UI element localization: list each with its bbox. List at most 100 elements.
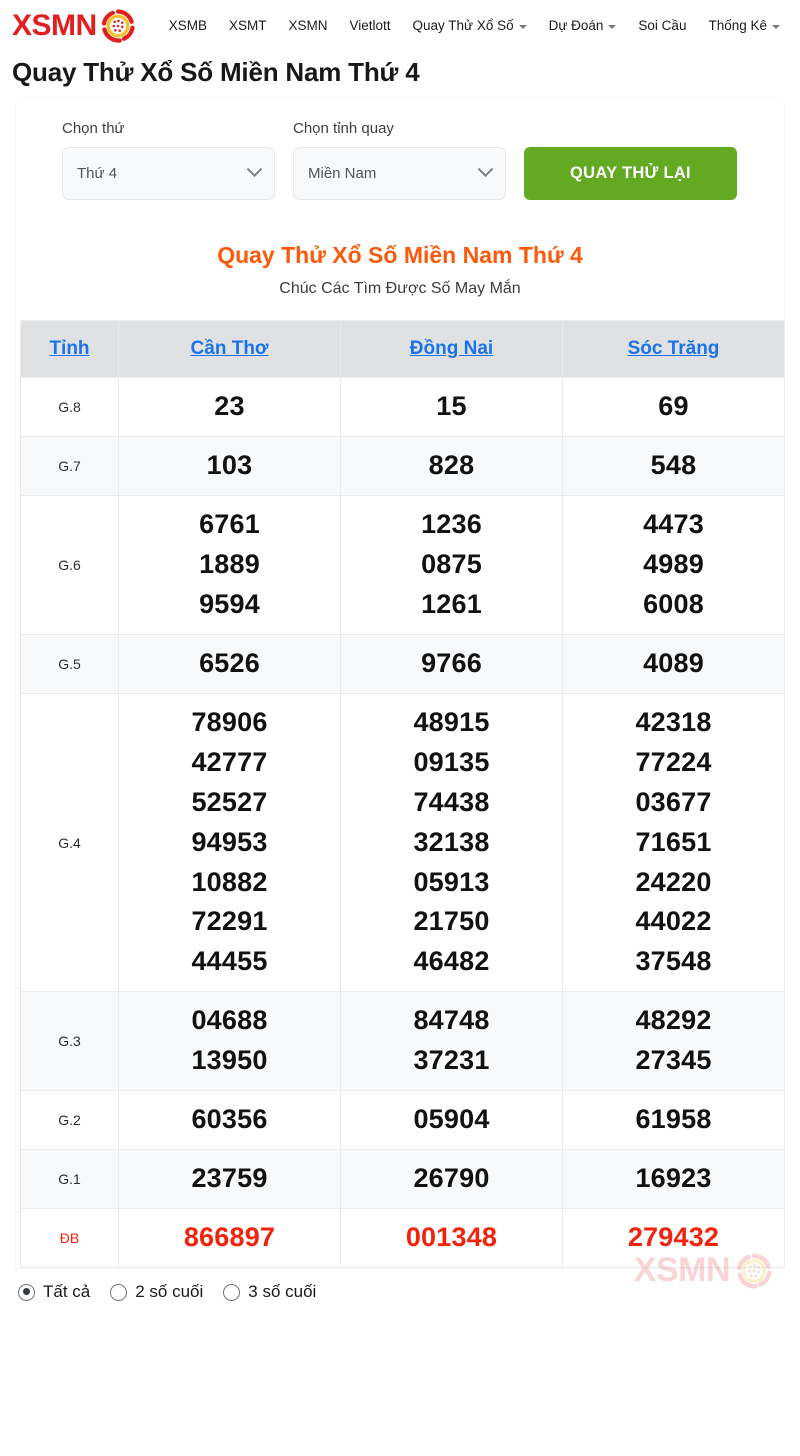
nav-item-thong-ke[interactable]: Thống Kê — [708, 18, 780, 33]
prize-number: 48915 — [413, 706, 490, 737]
prize-number-cell: 60356 — [118, 1090, 341, 1151]
prize-number: 6526 — [199, 647, 260, 678]
site-logo[interactable]: XSMN — [12, 9, 135, 43]
prize-number-cell: 48915 09135 74438 32138 05913 21750 46482 — [340, 692, 563, 993]
day-select-value: Thứ 4 — [77, 165, 118, 182]
table-row: ĐB 866897 001348 279432 — [20, 1208, 785, 1269]
prize-number-cell: 548 — [562, 435, 785, 496]
table-row: G.2 60356 05904 61958 — [20, 1090, 785, 1151]
prize-number: 9766 — [421, 647, 482, 678]
prize-number: 94953 — [191, 826, 268, 857]
prize-label-cell: G.4 — [20, 692, 119, 993]
prize-number: 69 — [658, 391, 689, 421]
table-row: G.3 04688 13950 84748 37231 48292 27345 — [20, 991, 785, 1092]
filter-option-2[interactable]: 3 số cuối — [223, 1282, 316, 1302]
prize-number-cell: 61958 — [562, 1090, 785, 1151]
prize-number: 548 — [650, 449, 697, 480]
prize-number-cell: 866897 — [118, 1208, 341, 1269]
prize-number: 32138 — [413, 826, 490, 857]
table-row: G.8 23 15 69 — [20, 377, 785, 437]
prize-number: 09135 — [413, 746, 490, 777]
header-link[interactable]: Cần Thơ — [191, 338, 269, 359]
prize-number: 52527 — [191, 786, 268, 817]
prize-number: 48292 — [635, 1005, 712, 1036]
prize-number-cell: 69 — [562, 377, 785, 437]
result-subtitle: Chúc Các Tìm Được Số May Mắn — [279, 280, 521, 297]
lottery-results-table: Tỉnh Cần Thơ Đồng Nai Sóc Trăng G.8 23 15 6… — [20, 320, 785, 1269]
result-heading: Quay Thử Xổ Số Miền Nam Thứ 4 — [217, 242, 583, 268]
nav-item-xsmb[interactable]: XSMB — [169, 18, 207, 33]
prize-label-cell: G.8 — [20, 377, 119, 437]
nav-item-vietlott[interactable]: Vietlott — [349, 18, 390, 33]
header-link[interactable]: Sóc Trăng — [628, 338, 720, 359]
province-select[interactable]: Miền Nam — [293, 147, 506, 200]
province-select-label: Chọn tỉnh quay — [293, 120, 394, 137]
prize-label-cell: G.7 — [20, 435, 119, 496]
prize-label-cell: G.3 — [20, 991, 119, 1092]
prize-number: 05913 — [413, 866, 490, 897]
header-link[interactable]: Tỉnh — [49, 338, 89, 359]
prize-label-cell: G.6 — [20, 494, 119, 635]
filter-option-label: Tất cả — [43, 1282, 91, 1302]
nav-label: Vietlott — [349, 18, 391, 33]
prize-number-cell: 9766 — [340, 633, 563, 694]
prize-number: 0875 — [421, 548, 482, 579]
filter-option-0[interactable]: Tất cả — [18, 1282, 90, 1302]
logo-text: XSMN — [12, 8, 97, 42]
prize-number: 23 — [214, 391, 245, 421]
prize-number: 828 — [428, 449, 475, 480]
radio-checked-icon[interactable] — [18, 1283, 35, 1301]
prize-number: 24220 — [635, 866, 712, 897]
prize-number-cell: 04688 13950 — [118, 991, 341, 1092]
prize-number: 001348 — [405, 1222, 498, 1253]
day-select[interactable]: Thứ 4 — [62, 147, 275, 200]
table-row: G.7 103 828 548 — [20, 435, 785, 496]
table-header-row: Tỉnh Cần Thơ Đồng Nai Sóc Trăng — [20, 320, 785, 378]
prize-number: 04688 — [191, 1005, 268, 1036]
prize-number: 42777 — [191, 746, 268, 777]
prize-number: 103 — [206, 449, 253, 480]
prize-number-cell: 6761 1889 9594 — [118, 494, 341, 635]
site-header: XSMN XSMB XSMT XSMN Vietlott Quay Thử Xổ… — [0, 0, 800, 51]
prize-number: 15 — [436, 391, 467, 421]
prize-number-cell: 42318 77224 03677 71651 24220 44022 37548 — [562, 692, 785, 993]
nav-item-xsmt[interactable]: XSMT — [229, 18, 267, 33]
prize-number: 10882 — [191, 866, 268, 897]
controls-row: Chọn thứ Thứ 4 Chọn tỉnh quay Miền Nam Q… — [16, 120, 784, 200]
prize-label-cell: G.1 — [20, 1149, 119, 1210]
nav-item-xsmn[interactable]: XSMN — [288, 18, 327, 33]
chevron-down-icon — [518, 24, 527, 29]
nav-item-soi-cau[interactable]: Soi Cầu — [638, 18, 686, 33]
radio-unchecked-icon[interactable] — [110, 1283, 128, 1301]
nav-label: Quay Thử Xổ Số — [412, 18, 514, 33]
prize-number: 61958 — [635, 1104, 712, 1135]
filter-option-1[interactable]: 2 số cuối — [110, 1282, 203, 1302]
header-cell-soc-trang: Sóc Trăng — [562, 320, 785, 378]
prize-number-cell: 4089 — [562, 633, 785, 694]
page-title: Quay Thử Xổ Số Miền Nam Thứ 4 — [12, 57, 420, 87]
table-body: G.8 23 15 69 G.7 103 828 548 G.6 6761 1889 9594 1236… — [20, 377, 785, 1269]
prize-number: 44455 — [191, 946, 268, 977]
header-link[interactable]: Đồng Nai — [410, 338, 493, 359]
prize-number: 866897 — [183, 1222, 276, 1253]
nav-item-du-doan[interactable]: Dự Đoán — [549, 18, 617, 33]
table-row: G.5 6526 9766 4089 — [20, 633, 785, 694]
prize-number-cell: 78906 42777 52527 94953 10882 72291 44455 — [118, 692, 341, 993]
header-cell-can-tho: Cần Thơ — [118, 320, 341, 378]
prize-number-cell: 001348 — [340, 1208, 563, 1269]
prize-label-cell: G.2 — [20, 1090, 119, 1151]
nav-label: Thống Kê — [708, 18, 767, 33]
chevron-down-icon — [477, 161, 494, 178]
nav-item-quay-thu-xo-so[interactable]: Quay Thử Xổ Số — [413, 18, 527, 33]
day-select-label: Chọn thứ — [62, 120, 125, 137]
prize-number-cell: 23759 — [118, 1149, 341, 1210]
prize-number-cell: 26790 — [340, 1149, 563, 1210]
prize-number: 84748 — [413, 1005, 490, 1036]
table-row: G.4 78906 42777 52527 94953 10882 72291 44455 48… — [20, 692, 785, 993]
prize-number-cell: 15 — [340, 377, 563, 437]
spin-again-button[interactable]: QUAY THỬ LẠI — [524, 147, 737, 200]
radio-unchecked-icon[interactable] — [223, 1283, 241, 1301]
prize-number: 42318 — [635, 706, 712, 737]
result-card: Chọn thứ Thứ 4 Chọn tỉnh quay Miền Nam Q… — [16, 98, 785, 1289]
prize-number: 1236 — [421, 508, 482, 539]
